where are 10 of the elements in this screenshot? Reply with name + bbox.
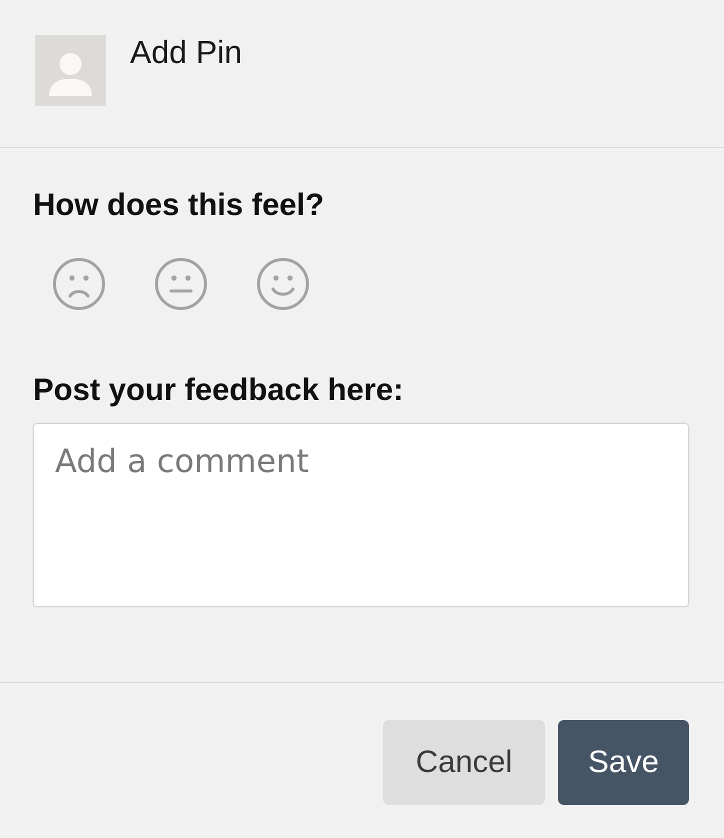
rating-question: How does this feel? <box>33 189 326 220</box>
comment-field[interactable]: Add a comment <box>33 423 689 607</box>
neutral-face-icon[interactable] <box>155 258 207 310</box>
avatar-icon <box>35 35 106 106</box>
save-button[interactable]: Save <box>558 720 689 805</box>
sad-face-icon[interactable] <box>53 258 105 310</box>
happy-face-icon[interactable] <box>257 258 309 310</box>
feedback-label: Post your feedback here: <box>33 374 404 405</box>
cancel-button[interactable]: Cancel <box>383 720 545 805</box>
dialog-title: Add Pin <box>130 36 242 68</box>
